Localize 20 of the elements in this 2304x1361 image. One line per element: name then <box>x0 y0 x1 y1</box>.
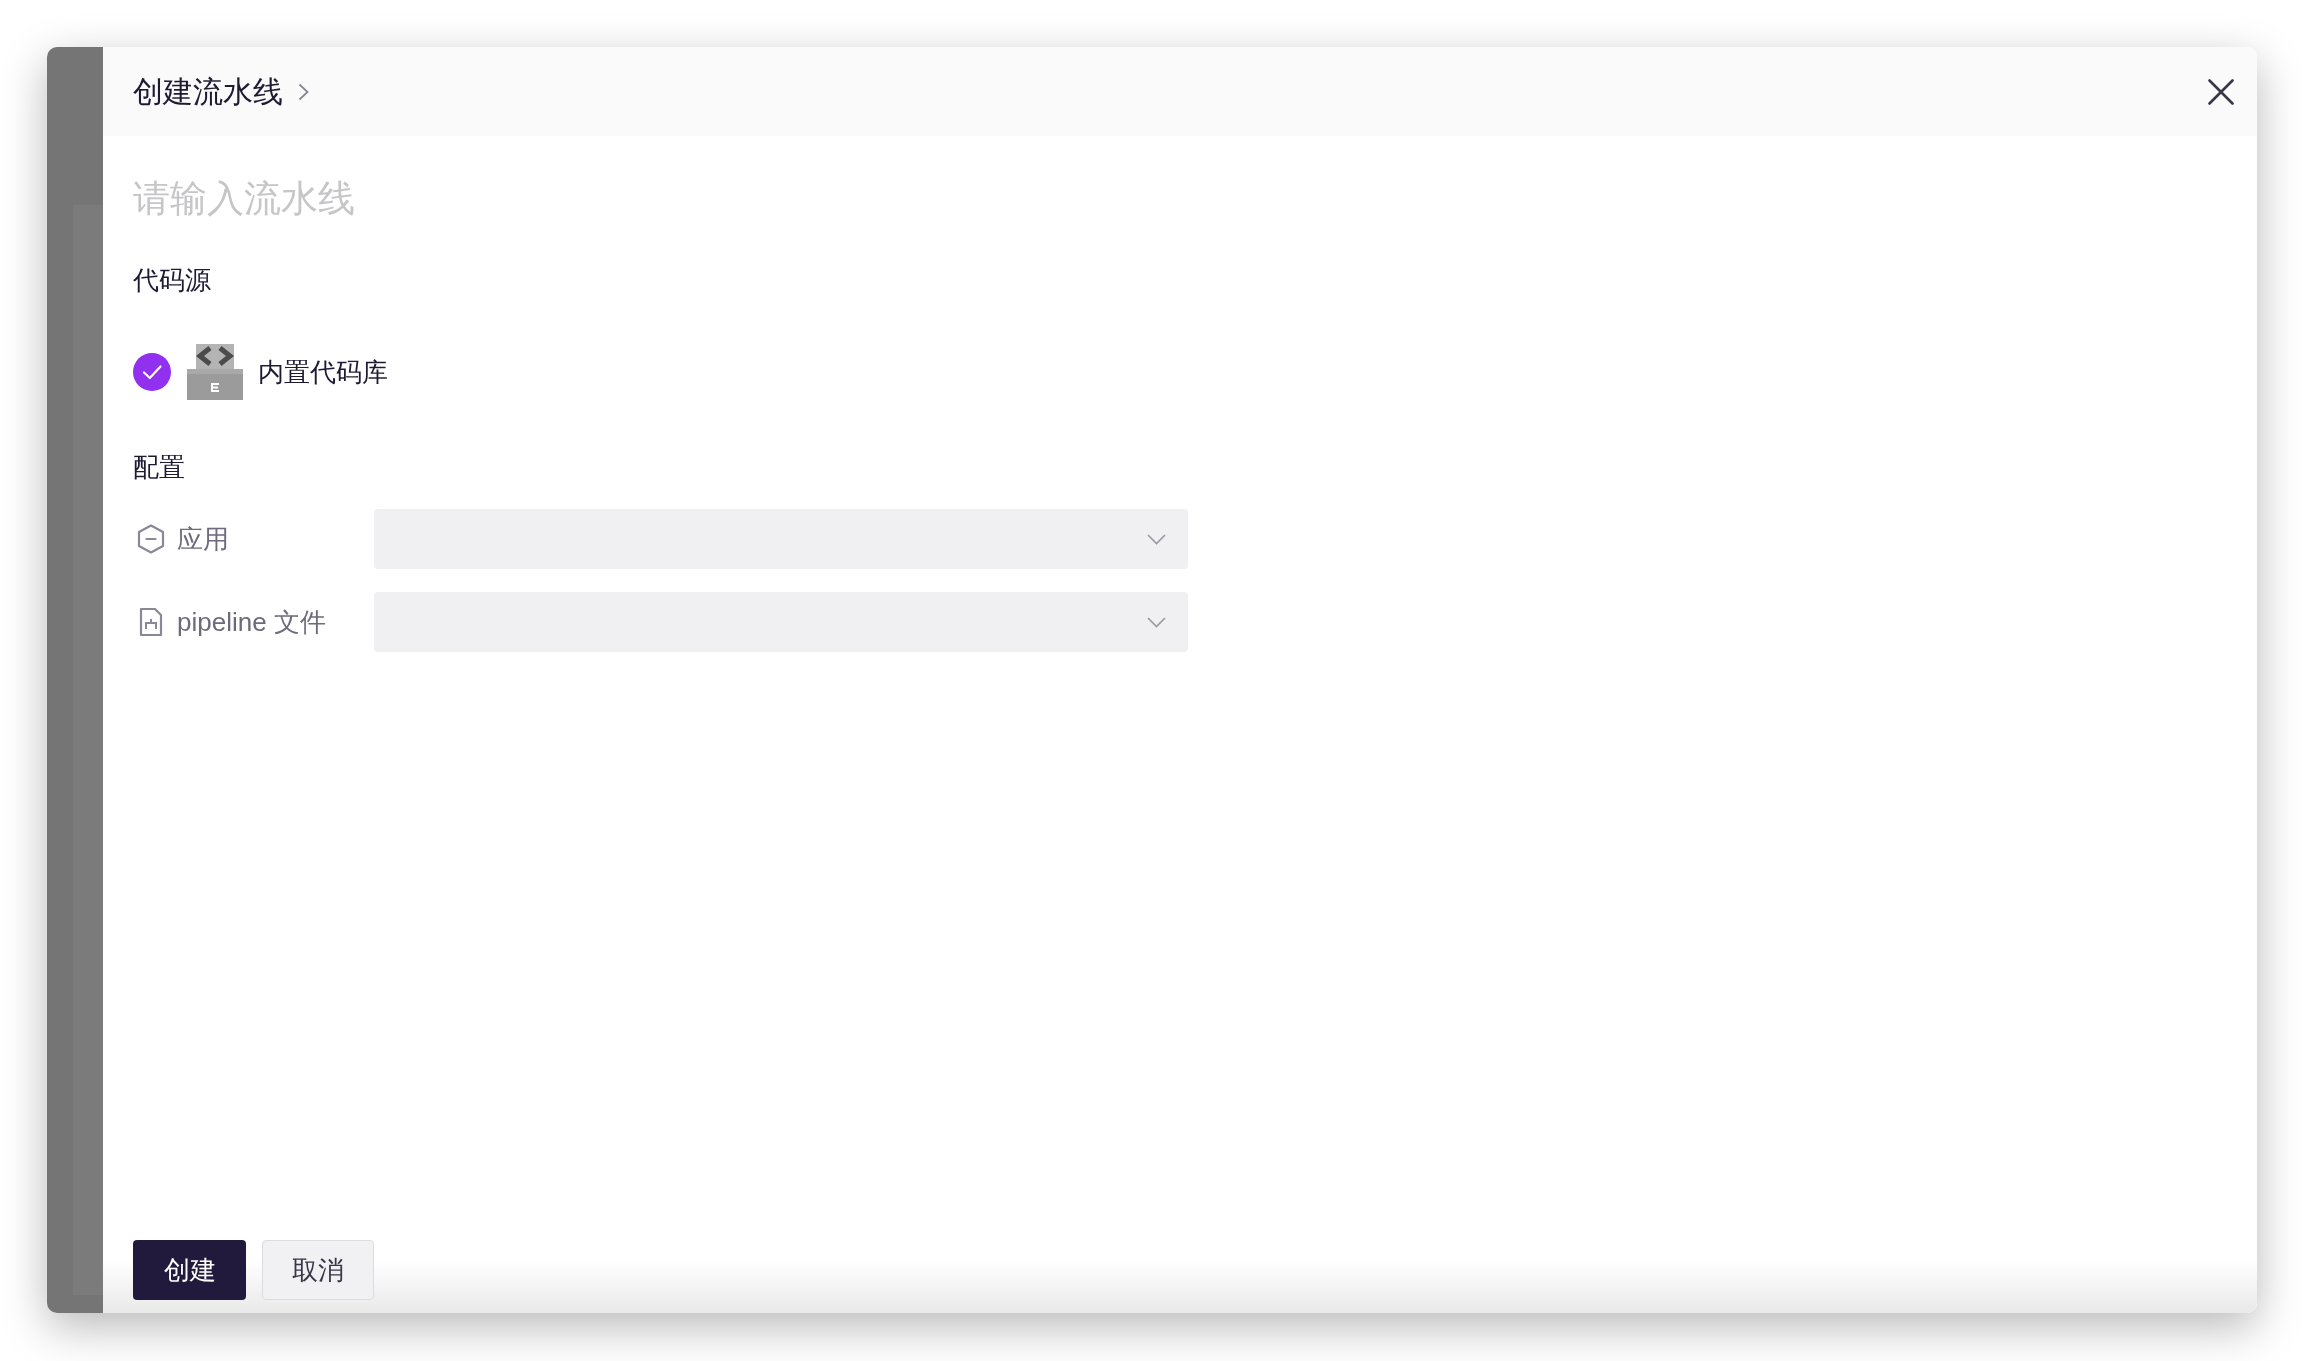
field-label: 应用 <box>177 523 229 556</box>
drawer-title: 创建流水线 <box>133 73 283 110</box>
cancel-button[interactable]: 取消 <box>262 1240 374 1300</box>
chevron-right-icon <box>298 82 309 101</box>
hexagon-icon <box>137 524 165 554</box>
checked-circle-icon[interactable] <box>133 353 171 391</box>
source-label: 内置代码库 <box>258 356 388 389</box>
file-icon <box>139 607 163 637</box>
section-heading: 配置 <box>133 451 185 484</box>
select-field[interactable] <box>374 509 1188 569</box>
create-button[interactable]: 创建 <box>133 1240 246 1300</box>
chevron-down-icon <box>1147 533 1166 545</box>
close-button[interactable] <box>2207 77 2235 106</box>
section-heading: 代码源 <box>133 264 211 297</box>
close-icon <box>2208 78 2234 105</box>
pipeline-name-field[interactable]: 请输入流水线 <box>133 173 833 225</box>
chevron-down-icon <box>1147 616 1166 628</box>
code-box-icon <box>187 344 243 400</box>
field-label: pipeline 文件 <box>177 606 326 639</box>
select-field[interactable] <box>374 592 1188 652</box>
